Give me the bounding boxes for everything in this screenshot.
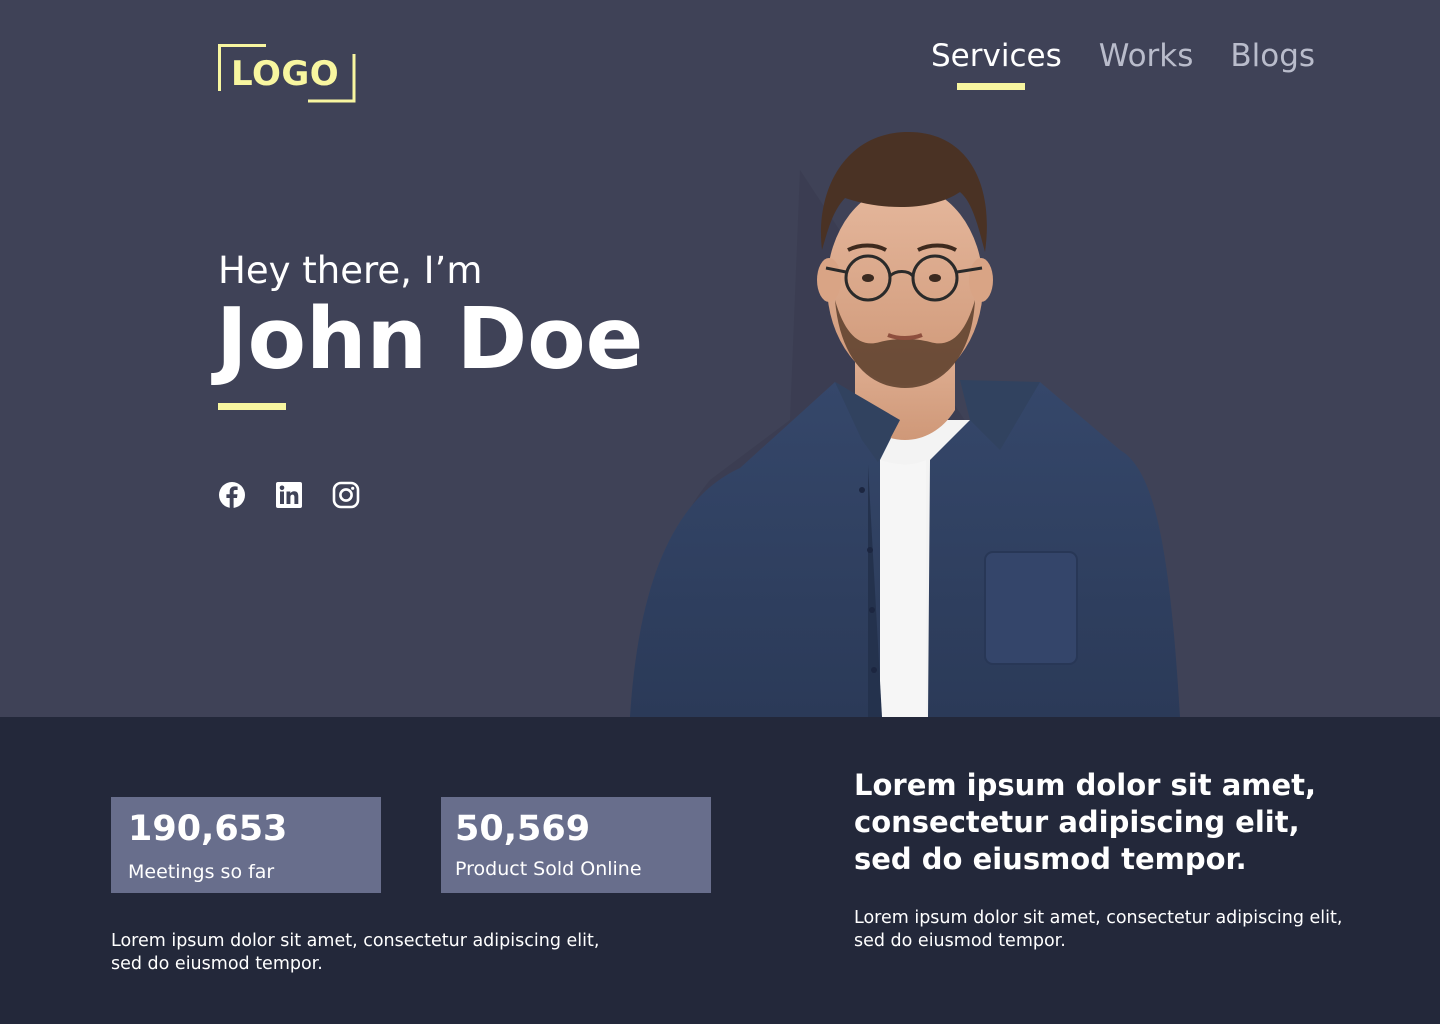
name-underline <box>218 403 286 410</box>
stat-card-meetings: 190,653 Meetings so far <box>111 797 381 893</box>
nav-blogs[interactable]: Blogs <box>1230 36 1315 76</box>
stat-value: 190,653 <box>128 809 288 849</box>
paragraph-line: Lorem ipsum dolor sit amet, consectetur … <box>854 908 1343 928</box>
stat-label: Product Sold Online <box>455 858 642 880</box>
heading-line: Lorem ipsum dolor sit amet, <box>854 768 1317 802</box>
stats-description: Lorem ipsum dolor sit amet, consectetur … <box>111 930 631 976</box>
linkedin-icon[interactable] <box>275 481 303 509</box>
hero-section: LOGO Services Works Blogs Hey there, I’m… <box>0 0 1440 717</box>
stat-value: 50,569 <box>455 809 591 849</box>
social-links <box>218 481 389 509</box>
active-nav-indicator <box>957 83 1025 90</box>
section-heading: Lorem ipsum dolor sit amet, consectetur … <box>854 767 1334 878</box>
nav-services[interactable]: Services <box>931 36 1062 76</box>
nav-works[interactable]: Works <box>1099 36 1194 76</box>
hero-name: John Doe <box>216 290 644 389</box>
section-description: Lorem ipsum dolor sit amet, consectetur … <box>854 907 1374 953</box>
stat-card-products: 50,569 Product Sold Online <box>441 797 711 893</box>
hero-greeting: Hey there, I’m <box>218 249 483 292</box>
logo[interactable]: LOGO <box>218 44 356 103</box>
profile-photo <box>630 131 1180 717</box>
instagram-icon[interactable] <box>332 481 360 509</box>
facebook-icon[interactable] <box>218 481 246 509</box>
stat-label: Meetings so far <box>128 861 275 883</box>
heading-line: consectetur adipiscing elit, <box>854 805 1300 839</box>
paragraph-line: sed do eiusmod tempor. <box>854 931 1066 951</box>
heading-line: sed do eiusmod tempor. <box>854 842 1247 876</box>
logo-text: LOGO <box>231 54 340 94</box>
paragraph-line: Lorem ipsum dolor sit amet, consectetur … <box>111 931 600 951</box>
main-nav: Services Works Blogs <box>931 36 1315 90</box>
paragraph-line: sed do eiusmod tempor. <box>111 954 323 974</box>
